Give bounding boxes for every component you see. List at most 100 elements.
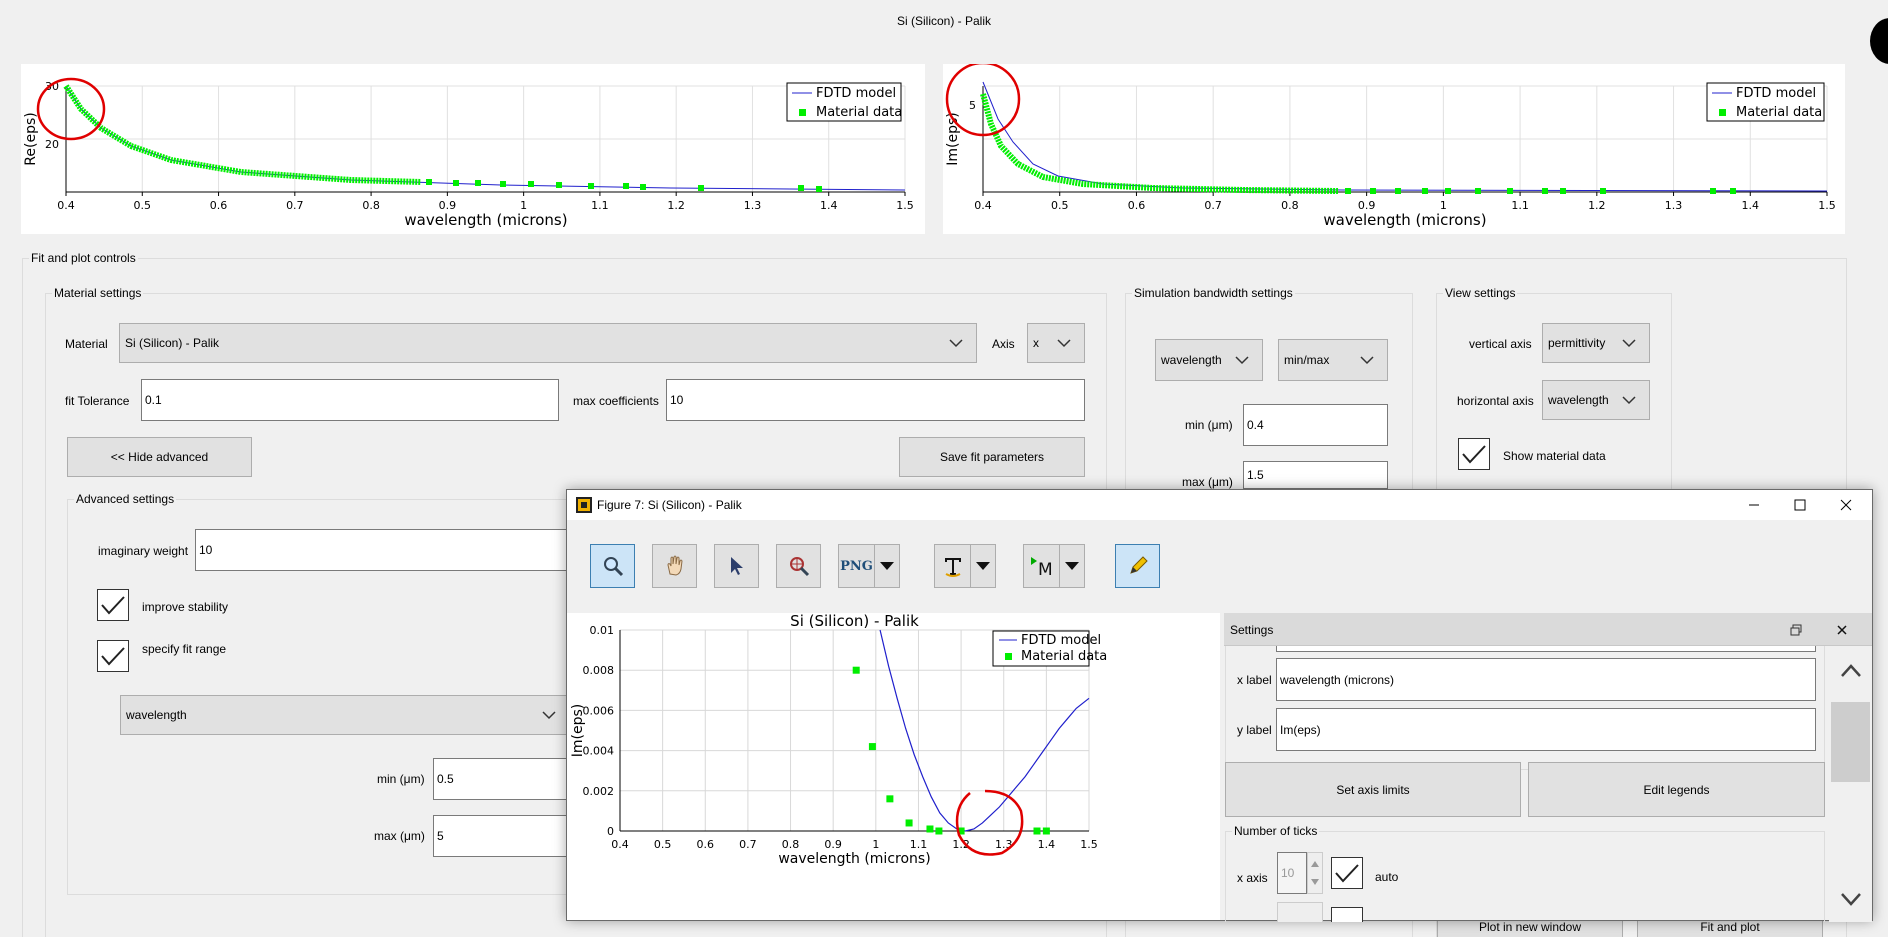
settings-scroll-content: x label wavelength (microns) y label Im(… xyxy=(1225,646,1825,922)
fit-range-min-input[interactable]: 0.5 xyxy=(433,758,583,800)
chevron-down-icon xyxy=(542,711,556,720)
im-eps-legend-model: FDTD model xyxy=(1736,86,1816,101)
zoom-tool-button[interactable] xyxy=(590,544,635,588)
maximize-icon[interactable] xyxy=(1793,498,1807,512)
set-axis-limits-button[interactable]: Set axis limits xyxy=(1225,762,1521,817)
simulation-max-label: max (μm) xyxy=(1182,475,1233,489)
y-axis-auto-checkbox[interactable] xyxy=(1331,907,1363,922)
fig-ytick-label: 0.008 xyxy=(583,664,615,677)
horizontal-axis-select[interactable]: wavelength xyxy=(1542,380,1650,420)
marker-dropdown-button[interactable] xyxy=(1059,544,1085,588)
save-fit-parameters-button[interactable]: Save fit parameters xyxy=(899,437,1085,477)
material-settings-title: Material settings xyxy=(52,286,144,300)
pan-tool-button[interactable] xyxy=(652,544,697,588)
im-eps-xtick-label: 1.3 xyxy=(1665,199,1683,212)
close-icon[interactable] xyxy=(1836,624,1848,636)
close-icon[interactable] xyxy=(1839,498,1853,512)
fig-xtick-label: 1 xyxy=(872,838,879,851)
fit-range-unit-select[interactable]: wavelength xyxy=(120,695,570,735)
im-eps-xtick-label: 0.4 xyxy=(974,199,992,212)
simulation-max-input[interactable]: 1.5 xyxy=(1243,461,1388,489)
fig-ytick-label: 0.004 xyxy=(583,745,615,758)
im-eps-xtick-label: 1.5 xyxy=(1818,199,1836,212)
specify-fit-range-label: specify fit range xyxy=(142,642,227,656)
im-eps-material-point xyxy=(1345,188,1351,194)
axis-label: Axis xyxy=(992,337,1015,351)
improve-stability-checkbox[interactable] xyxy=(97,589,129,621)
fig-ytick-label: 0.002 xyxy=(583,785,615,798)
y-label-input[interactable]: Im(eps) xyxy=(1276,708,1816,751)
im-eps-xtick-label: 0.7 xyxy=(1204,199,1222,212)
vertical-axis-select[interactable]: permittivity xyxy=(1542,323,1650,363)
re-eps-xtick-label: 0.7 xyxy=(286,199,304,212)
fig-material-point xyxy=(886,795,894,803)
imaginary-weight-input[interactable]: 10 xyxy=(195,529,595,571)
im-eps-legend: FDTD model Material data xyxy=(1706,82,1825,122)
hide-advanced-button[interactable]: << Hide advanced xyxy=(67,437,252,477)
im-eps-material-point xyxy=(1475,188,1481,194)
undock-icon[interactable] xyxy=(1790,624,1802,636)
im-eps-material-point xyxy=(1560,188,1566,194)
re-eps-xlabel: wavelength (microns) xyxy=(404,211,567,229)
edit-legends-button[interactable]: Edit legends xyxy=(1528,762,1825,817)
fig-xtick-label: 1.4 xyxy=(1038,838,1056,851)
x-axis-auto-checkbox[interactable] xyxy=(1331,857,1363,889)
chevron-down-icon xyxy=(1622,396,1636,405)
imaginary-weight-label: imaginary weight xyxy=(98,544,189,558)
x-axis-ticks-input[interactable]: 10 xyxy=(1277,852,1307,894)
fit-tolerance-input[interactable]: 0.1 xyxy=(141,379,559,421)
pencil-icon xyxy=(1129,556,1148,574)
re-eps-ytick-20: 20 xyxy=(45,138,59,151)
max-coefficients-input[interactable]: 10 xyxy=(666,379,1085,421)
export-png-button[interactable]: PNG xyxy=(838,544,875,588)
number-of-ticks-title: Number of ticks xyxy=(1232,824,1320,838)
fig-xtick-label: 0.7 xyxy=(739,838,757,851)
simulation-mode-select[interactable]: min/max xyxy=(1278,339,1388,381)
re-eps-material-point xyxy=(453,180,459,186)
text-tool-button[interactable] xyxy=(934,544,971,588)
specify-fit-range-checkbox[interactable] xyxy=(97,640,129,672)
x-label-input[interactable]: wavelength (microns) xyxy=(1276,658,1816,701)
fit-range-max-input[interactable]: 5 xyxy=(433,815,583,857)
simulation-mode-value: min/max xyxy=(1284,353,1330,367)
re-eps-legend: FDTD model Material data xyxy=(786,82,902,122)
im-eps-xticks: 0.4 0.5 0.6 0.7 0.8 0.9 1 1.1 1.2 1.3 1.4 1.5 xyxy=(974,192,1836,212)
im-eps-grid xyxy=(982,85,1828,192)
fig-xtick-label: 0.9 xyxy=(824,838,842,851)
y-axis-ticks-input[interactable] xyxy=(1277,902,1323,922)
re-eps-legend-data: Material data xyxy=(816,105,902,120)
x-axis-auto-label: auto xyxy=(1375,870,1399,884)
simulation-min-input[interactable]: 0.4 xyxy=(1243,404,1388,446)
material-select[interactable]: Si (Silicon) - Palik xyxy=(119,323,977,363)
im-eps-xtick-label: 1.4 xyxy=(1742,199,1760,212)
fig-xtick-label: 0.6 xyxy=(697,838,715,851)
settings-scrollbar[interactable] xyxy=(1829,646,1872,922)
scrollbar-thumb[interactable] xyxy=(1831,702,1870,782)
settings-title: Settings xyxy=(1230,623,1274,637)
triangle-down-icon xyxy=(1065,562,1079,570)
fig-legend-data-swatch xyxy=(1005,653,1012,660)
im-eps-xtick-label: 0.6 xyxy=(1128,199,1146,212)
chevron-down-icon xyxy=(1235,356,1249,365)
edit-tool-button[interactable] xyxy=(1115,544,1160,588)
vertical-axis-value: permittivity xyxy=(1548,336,1606,350)
simulation-unit-select[interactable]: wavelength xyxy=(1155,339,1263,381)
im-eps-material-data xyxy=(980,93,1339,194)
scroll-up-icon[interactable] xyxy=(1840,662,1862,678)
minimize-icon[interactable] xyxy=(1747,498,1761,512)
show-material-data-checkbox[interactable] xyxy=(1458,438,1490,470)
marker-tool-button[interactable]: M xyxy=(1023,544,1060,588)
view-settings-title: View settings xyxy=(1443,286,1518,300)
re-eps-xticks: 0.4 0.5 0.6 0.7 0.8 0.9 1 1.1 1.2 1.3 1.4 1.5 xyxy=(57,192,914,212)
data-cursor-button[interactable] xyxy=(776,544,821,588)
im-eps-xtick-label: 1.1 xyxy=(1511,199,1529,212)
x-axis-ticks-spinner[interactable] xyxy=(1307,852,1323,894)
scroll-down-icon[interactable] xyxy=(1840,892,1862,908)
fig-xtick-label: 0.8 xyxy=(782,838,800,851)
text-dropdown-button[interactable] xyxy=(970,544,996,588)
export-dropdown-button[interactable] xyxy=(874,544,900,588)
fit-range-unit-value: wavelength xyxy=(126,708,187,722)
title-input[interactable] xyxy=(1276,646,1816,652)
select-tool-button[interactable] xyxy=(714,544,759,588)
axis-select[interactable]: x xyxy=(1027,323,1085,363)
